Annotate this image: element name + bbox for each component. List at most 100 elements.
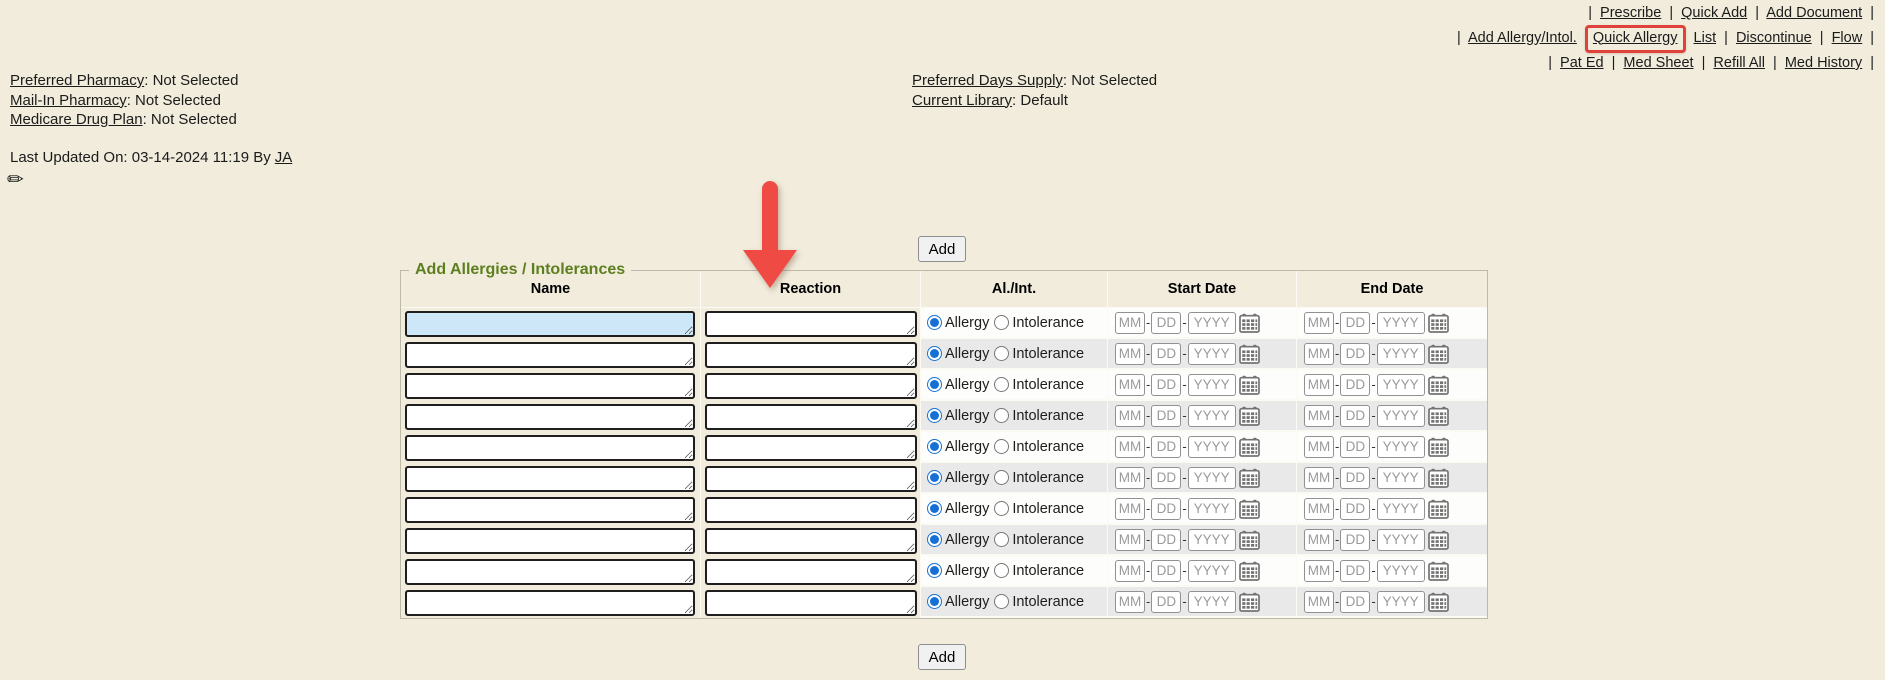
calendar-icon[interactable] xyxy=(1428,313,1449,333)
calendar-icon[interactable] xyxy=(1428,375,1449,395)
start-year-input[interactable] xyxy=(1188,405,1236,427)
start-year-input[interactable] xyxy=(1188,498,1236,520)
start-month-input[interactable] xyxy=(1115,498,1145,520)
nav-link-med-history[interactable]: Med History xyxy=(1785,55,1862,71)
start-year-input[interactable] xyxy=(1188,467,1236,489)
allergy-radio[interactable] xyxy=(927,501,942,516)
intolerance-radio[interactable] xyxy=(994,439,1009,454)
start-day-input[interactable] xyxy=(1151,343,1181,365)
nav-link-add-document[interactable]: Add Document xyxy=(1766,5,1862,21)
calendar-icon[interactable] xyxy=(1428,468,1449,488)
end-day-input[interactable] xyxy=(1340,560,1370,582)
name-input[interactable] xyxy=(405,590,695,616)
end-year-input[interactable] xyxy=(1377,343,1425,365)
name-input[interactable] xyxy=(405,435,695,461)
start-month-input[interactable] xyxy=(1115,467,1145,489)
nav-link-pat-ed[interactable]: Pat Ed xyxy=(1560,55,1604,71)
end-month-input[interactable] xyxy=(1304,529,1334,551)
intolerance-radio[interactable] xyxy=(994,594,1009,609)
end-year-input[interactable] xyxy=(1377,498,1425,520)
mail-in-pharmacy-link[interactable]: Mail-In Pharmacy xyxy=(10,92,127,109)
calendar-icon[interactable] xyxy=(1239,375,1260,395)
calendar-icon[interactable] xyxy=(1239,561,1260,581)
calendar-icon[interactable] xyxy=(1428,530,1449,550)
end-month-input[interactable] xyxy=(1304,560,1334,582)
end-day-input[interactable] xyxy=(1340,467,1370,489)
reaction-input[interactable] xyxy=(705,311,917,337)
reaction-input[interactable] xyxy=(705,404,917,430)
calendar-icon[interactable] xyxy=(1239,592,1260,612)
end-year-input[interactable] xyxy=(1377,529,1425,551)
start-year-input[interactable] xyxy=(1188,312,1236,334)
calendar-icon[interactable] xyxy=(1428,344,1449,364)
end-year-input[interactable] xyxy=(1377,467,1425,489)
end-day-input[interactable] xyxy=(1340,436,1370,458)
end-day-input[interactable] xyxy=(1340,312,1370,334)
reaction-input[interactable] xyxy=(705,559,917,585)
end-year-input[interactable] xyxy=(1377,405,1425,427)
allergy-radio[interactable] xyxy=(927,470,942,485)
name-input[interactable] xyxy=(405,466,695,492)
calendar-icon[interactable] xyxy=(1239,530,1260,550)
name-input[interactable] xyxy=(405,373,695,399)
calendar-icon[interactable] xyxy=(1239,499,1260,519)
start-day-input[interactable] xyxy=(1151,529,1181,551)
nav-link-med-sheet[interactable]: Med Sheet xyxy=(1623,55,1693,71)
intolerance-radio[interactable] xyxy=(994,346,1009,361)
name-input[interactable] xyxy=(405,559,695,585)
end-day-input[interactable] xyxy=(1340,374,1370,396)
end-year-input[interactable] xyxy=(1377,374,1425,396)
nav-link-quick-add[interactable]: Quick Add xyxy=(1681,5,1747,21)
reaction-input[interactable] xyxy=(705,435,917,461)
start-month-input[interactable] xyxy=(1115,560,1145,582)
allergy-radio[interactable] xyxy=(927,563,942,578)
medicare-drug-plan-link[interactable]: Medicare Drug Plan xyxy=(10,111,143,128)
reaction-input[interactable] xyxy=(705,528,917,554)
end-month-input[interactable] xyxy=(1304,374,1334,396)
name-input[interactable] xyxy=(405,404,695,430)
end-year-input[interactable] xyxy=(1377,436,1425,458)
intolerance-radio[interactable] xyxy=(994,408,1009,423)
add-button-top[interactable]: Add xyxy=(918,236,966,262)
start-day-input[interactable] xyxy=(1151,591,1181,613)
start-year-input[interactable] xyxy=(1188,591,1236,613)
end-month-input[interactable] xyxy=(1304,343,1334,365)
start-day-input[interactable] xyxy=(1151,467,1181,489)
name-input[interactable] xyxy=(405,342,695,368)
start-month-input[interactable] xyxy=(1115,591,1145,613)
end-month-input[interactable] xyxy=(1304,312,1334,334)
calendar-icon[interactable] xyxy=(1428,406,1449,426)
edit-pencil-icon[interactable]: ✏ xyxy=(7,167,24,192)
calendar-icon[interactable] xyxy=(1428,561,1449,581)
calendar-icon[interactable] xyxy=(1239,406,1260,426)
end-month-input[interactable] xyxy=(1304,405,1334,427)
add-button-bottom[interactable]: Add xyxy=(918,644,966,670)
allergy-radio[interactable] xyxy=(927,439,942,454)
preferred-days-supply-link[interactable]: Preferred Days Supply xyxy=(912,72,1063,89)
end-year-input[interactable] xyxy=(1377,591,1425,613)
allergy-radio[interactable] xyxy=(927,315,942,330)
calendar-icon[interactable] xyxy=(1239,313,1260,333)
end-day-input[interactable] xyxy=(1340,591,1370,613)
last-updated-user-link[interactable]: JA xyxy=(275,149,293,166)
calendar-icon[interactable] xyxy=(1428,499,1449,519)
intolerance-radio[interactable] xyxy=(994,470,1009,485)
intolerance-radio[interactable] xyxy=(994,501,1009,516)
nav-link-add-allergy-intol[interactable]: Add Allergy/Intol. xyxy=(1468,30,1577,46)
start-day-input[interactable] xyxy=(1151,560,1181,582)
nav-link-quick-allergy[interactable]: Quick Allergy xyxy=(1593,30,1678,46)
reaction-input[interactable] xyxy=(705,342,917,368)
start-month-input[interactable] xyxy=(1115,529,1145,551)
nav-link-discontinue[interactable]: Discontinue xyxy=(1736,30,1812,46)
allergy-radio[interactable] xyxy=(927,346,942,361)
allergy-radio[interactable] xyxy=(927,377,942,392)
end-month-input[interactable] xyxy=(1304,467,1334,489)
end-month-input[interactable] xyxy=(1304,436,1334,458)
end-year-input[interactable] xyxy=(1377,312,1425,334)
start-year-input[interactable] xyxy=(1188,560,1236,582)
end-year-input[interactable] xyxy=(1377,560,1425,582)
reaction-input[interactable] xyxy=(705,466,917,492)
end-day-input[interactable] xyxy=(1340,343,1370,365)
nav-link-flow[interactable]: Flow xyxy=(1832,30,1863,46)
name-input[interactable] xyxy=(405,311,695,337)
